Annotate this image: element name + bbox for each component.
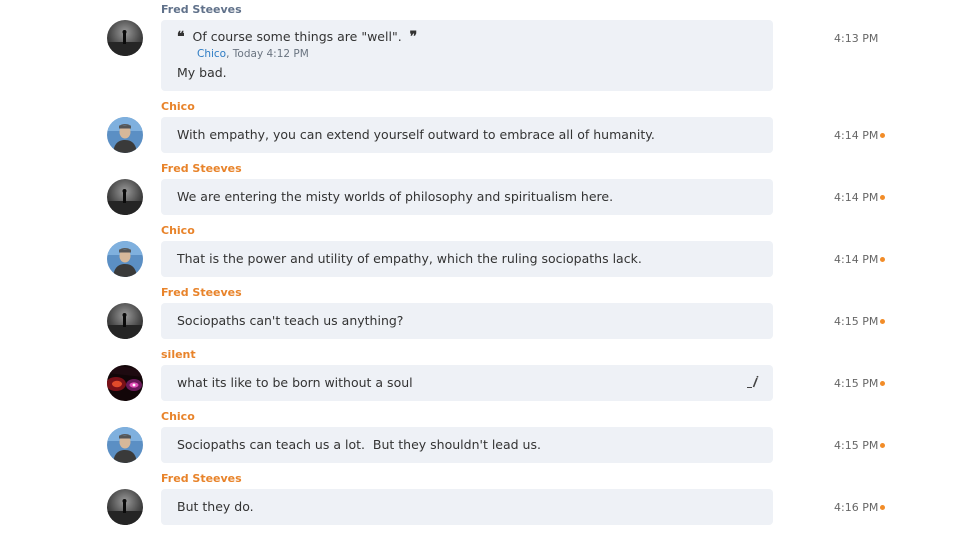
unread-dot-icon	[880, 195, 885, 200]
chico-avatar[interactable]	[107, 117, 143, 153]
sender-name[interactable]: Fred Steeves	[161, 3, 242, 17]
message-timestamp: 4:15 PM	[834, 315, 879, 328]
message-bubble[interactable]: That is the power and utility of empathy…	[161, 241, 773, 277]
message-bubble[interactable]: ❝ Of course some things are "well". ❞ Ch…	[161, 20, 773, 91]
unread-dot-icon	[880, 505, 885, 510]
message-timestamp: 4:15 PM	[834, 439, 879, 452]
message-timestamp: 4:14 PM	[834, 253, 879, 266]
chico-avatar[interactable]	[107, 427, 143, 463]
fred-avatar[interactable]	[107, 179, 143, 215]
unread-dot-icon	[880, 319, 885, 324]
quote-text: Of course some things are "well".	[192, 29, 402, 44]
message-text: Sociopaths can teach us a lot. But they …	[177, 437, 541, 452]
fred-avatar[interactable]	[107, 303, 143, 339]
sender-name[interactable]: Chico	[161, 100, 195, 114]
quote-author[interactable]: Chico	[197, 48, 226, 60]
quote-text-row: ❝ Of course some things are "well". ❞	[177, 29, 417, 45]
message-bubble[interactable]: Sociopaths can't teach us anything?	[161, 303, 773, 339]
unread-dot-icon	[880, 257, 885, 262]
unread-dot-icon	[880, 443, 885, 448]
message-timestamp: 4:15 PM	[834, 377, 879, 390]
unread-dot-icon	[880, 381, 885, 386]
message-text: With empathy, you can extend yourself ou…	[177, 127, 655, 142]
message-text: That is the power and utility of empathy…	[177, 251, 642, 266]
quote-meta: Chico, Today 4:12 PM	[197, 48, 309, 61]
unread-dot-icon	[880, 133, 885, 138]
close-quote-icon: ❞	[409, 29, 418, 45]
sender-name[interactable]: Chico	[161, 410, 195, 424]
open-quote-icon: ❝	[177, 29, 185, 45]
quote-time: , Today 4:12 PM	[226, 48, 309, 60]
sender-name[interactable]: silent	[161, 348, 196, 362]
silent-avatar[interactable]	[107, 365, 143, 401]
sender-name[interactable]: Fred Steeves	[161, 286, 242, 300]
message-bubble[interactable]: With empathy, you can extend yourself ou…	[161, 117, 773, 153]
message-timestamp: 4:14 PM	[834, 129, 879, 142]
chat-message-list: Fred Steeves ❝ Of course some things are…	[0, 0, 980, 533]
message-text: But they do.	[177, 499, 254, 514]
message-bubble[interactable]: what its like to be born without a soul	[161, 365, 773, 401]
message-timestamp: 4:13 PM	[834, 32, 879, 45]
sender-name[interactable]: Fred Steeves	[161, 472, 242, 486]
message-text: My bad.	[177, 65, 227, 80]
fred-avatar[interactable]	[107, 20, 143, 56]
chico-avatar[interactable]	[107, 241, 143, 277]
message-timestamp: 4:16 PM	[834, 501, 879, 514]
message-text: We are entering the misty worlds of phil…	[177, 189, 614, 204]
edit-pencil-icon	[746, 374, 760, 388]
sender-name[interactable]: Fred Steeves	[161, 162, 242, 176]
sender-name[interactable]: Chico	[161, 224, 195, 238]
message-bubble[interactable]: But they do.	[161, 489, 773, 525]
message-bubble[interactable]: Sociopaths can teach us a lot. But they …	[161, 427, 773, 463]
message-text: what its like to be born without a soul	[177, 375, 413, 390]
message-timestamp: 4:14 PM	[834, 191, 879, 204]
message-bubble[interactable]: We are entering the misty worlds of phil…	[161, 179, 773, 215]
message-text: Sociopaths can't teach us anything?	[177, 313, 404, 328]
fred-avatar[interactable]	[107, 489, 143, 525]
